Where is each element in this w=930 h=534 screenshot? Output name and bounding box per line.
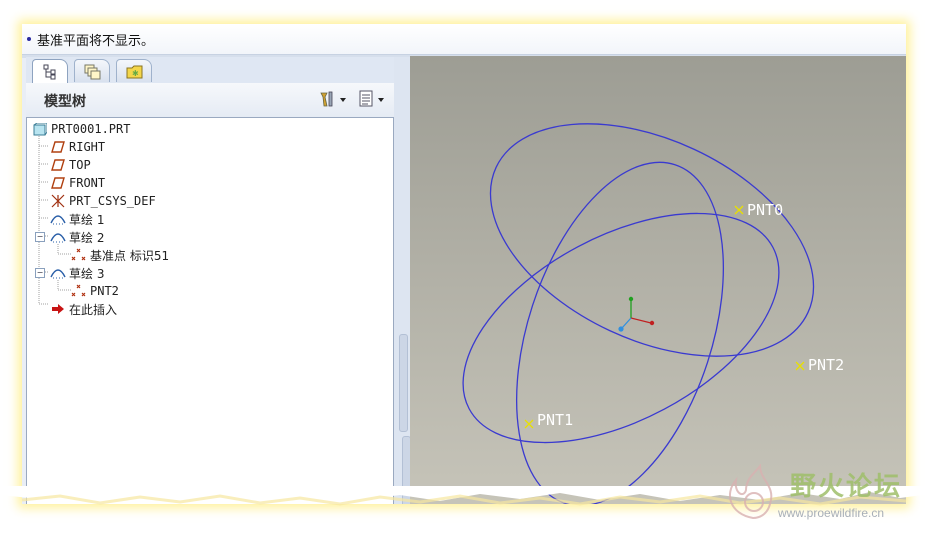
tree-item-top[interactable]: TOP <box>50 156 91 174</box>
insert-arrow-icon <box>50 302 66 316</box>
tree-item-label: TOP <box>69 158 91 172</box>
model-curves: PNT0 PNT2 PNT1 <box>462 123 844 504</box>
model-tree-title: 模型树 <box>44 94 86 110</box>
datum-plane-icon <box>50 140 66 154</box>
sketch-curve-2 <box>515 161 725 504</box>
tree-item-sketch-2[interactable]: 草绘 2 <box>50 228 104 246</box>
message-text: 基准平面将不显示。 <box>37 33 155 49</box>
navigator-panel: ✱ 模型树 PRT0001.PRT RIGHT TOP FRONT PRT_CS… <box>26 57 394 504</box>
csys-icon <box>50 194 66 208</box>
svg-text:✱: ✱ <box>132 69 139 78</box>
datum-point-pnt1-marker <box>524 419 534 429</box>
tree-show-button[interactable] <box>358 89 388 109</box>
tree-item-datum-point-51[interactable]: 基准点 标识51 <box>71 246 169 264</box>
sketch-icon <box>50 212 66 226</box>
watermark: 野火论坛 www.proewildfire.cn <box>720 462 920 528</box>
tree-item-label: FRONT <box>69 176 106 190</box>
point-label-pnt0: PNT0 <box>747 201 783 219</box>
tree-item-csys[interactable]: PRT_CSYS_DEF <box>50 192 156 210</box>
message-bar: 基准平面将不显示。 <box>22 24 906 55</box>
splitter-grip[interactable] <box>399 334 408 432</box>
tree-item-label: RIGHT <box>69 140 106 154</box>
tree-item-label: PRT_CSYS_DEF <box>69 194 156 208</box>
tools-icon <box>320 91 346 107</box>
tree-item-label: 在此插入 <box>69 302 118 317</box>
flame-logo-icon <box>729 464 773 520</box>
part-icon <box>32 122 48 136</box>
datum-point-pnt0-marker <box>734 205 744 215</box>
tree-item-sketch-1[interactable]: 草绘 1 <box>50 210 104 228</box>
collapse-sketch-2-toggle[interactable]: − <box>35 232 45 242</box>
coordinate-system-triad <box>618 296 655 332</box>
tree-item-part[interactable]: PRT0001.PRT <box>32 120 130 138</box>
datum-plane-icon <box>50 158 66 172</box>
layers-icon <box>84 64 101 80</box>
tree-item-front[interactable]: FRONT <box>50 174 105 192</box>
tree-item-label: PRT0001.PRT <box>51 122 131 136</box>
datum-plane-icon <box>50 176 66 190</box>
tree-item-label: 草绘 2 <box>69 230 105 245</box>
model-tree-tab[interactable] <box>32 59 68 84</box>
list-icon <box>359 90 384 107</box>
tree-item-label: 草绘 3 <box>69 266 105 281</box>
sketch-icon <box>50 230 66 244</box>
watermark-url: www.proewildfire.cn <box>778 506 885 520</box>
graphics-viewport[interactable]: PNT0 PNT2 PNT1 <box>410 56 906 504</box>
tree-item-label: PNT2 <box>90 284 119 298</box>
favorites-tab[interactable]: ✱ <box>116 59 152 82</box>
collapse-sketch-3-toggle[interactable]: − <box>35 268 45 278</box>
sketch-icon <box>50 266 66 280</box>
datum-point-icon <box>71 248 87 262</box>
datum-point-pnt2-marker <box>795 361 805 371</box>
sketch-curve-3 <box>489 123 815 357</box>
datum-point-icon <box>71 284 87 298</box>
tree-item-insert-here[interactable]: 在此插入 <box>50 300 117 318</box>
application-window: 基准平面将不显示。 ✱ 模型树 PRT0001.PRT RIGHT TOP FR… <box>22 24 906 504</box>
tree-icon <box>43 64 56 80</box>
tree-item-label: 草绘 1 <box>69 212 105 227</box>
point-label-pnt1: PNT1 <box>537 411 573 429</box>
folder-icon: ✱ <box>126 65 143 79</box>
tree-settings-button[interactable] <box>318 89 348 109</box>
model-tree: PRT0001.PRT RIGHT TOP FRONT PRT_CSYS_DEF… <box>26 117 394 504</box>
model-tree-header: 模型树 <box>26 83 394 117</box>
point-label-pnt2: PNT2 <box>808 356 844 374</box>
message-bullet-icon <box>27 37 31 41</box>
watermark-title: 野火论坛 <box>790 472 903 502</box>
tree-item-label: 基准点 标识51 <box>90 248 170 263</box>
tree-item-right[interactable]: RIGHT <box>50 138 105 156</box>
layers-tab[interactable] <box>74 59 110 82</box>
tree-item-pnt2[interactable]: PNT2 <box>71 282 119 300</box>
tree-item-sketch-3[interactable]: 草绘 3 <box>50 264 104 282</box>
